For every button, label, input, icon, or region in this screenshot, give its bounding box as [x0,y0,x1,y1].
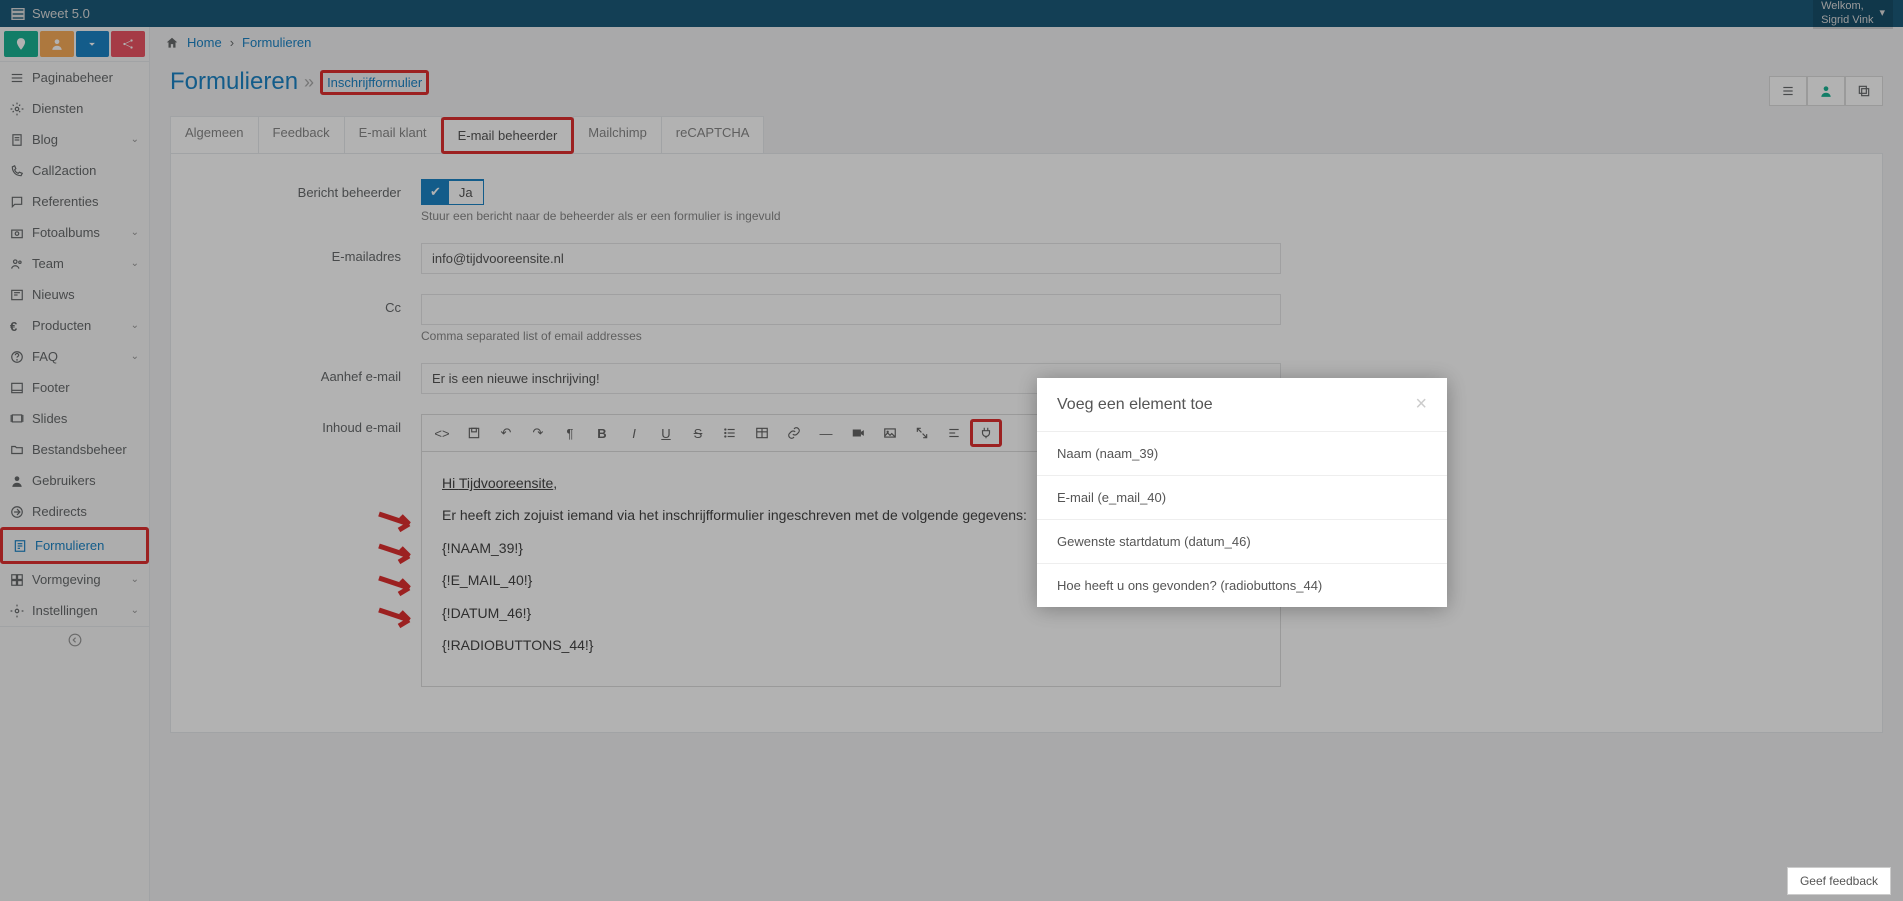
insert-element-modal: Voeg een element toe × Naam (naam_39) E-… [1037,378,1447,607]
modal-item[interactable]: Hoe heeft u ons gevonden? (radiobuttons_… [1037,563,1447,607]
modal-item[interactable]: E-mail (e_mail_40) [1037,475,1447,519]
feedback-button[interactable]: Geef feedback [1787,867,1891,895]
modal-overlay [0,0,1903,901]
modal-item[interactable]: Naam (naam_39) [1037,431,1447,475]
modal-item[interactable]: Gewenste startdatum (datum_46) [1037,519,1447,563]
modal-title: Voeg een element toe [1057,396,1213,414]
modal-list: Naam (naam_39) E-mail (e_mail_40) Gewens… [1037,431,1447,607]
modal-close-button[interactable]: × [1415,393,1427,416]
